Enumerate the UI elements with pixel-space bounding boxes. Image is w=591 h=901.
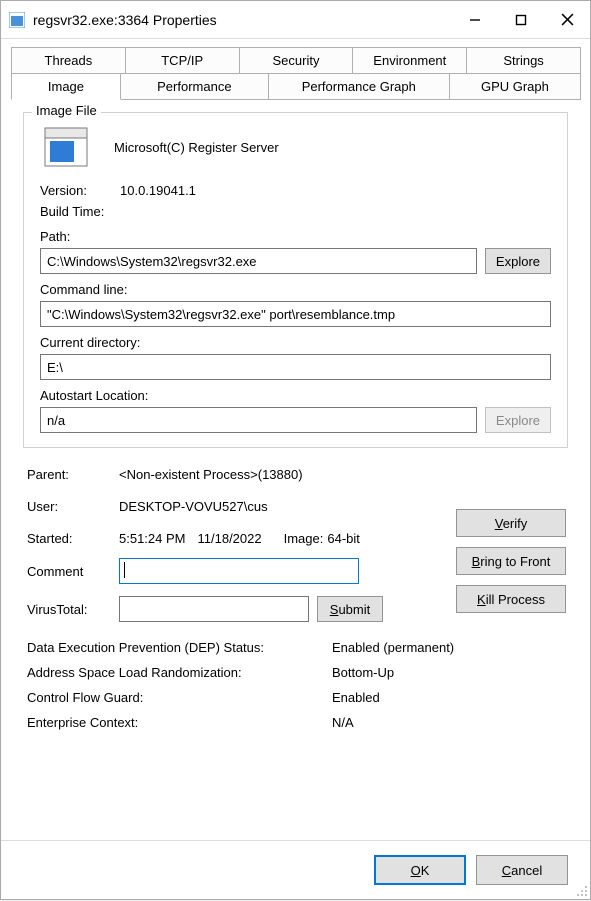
- kill-process-button[interactable]: Kill Process: [456, 585, 566, 613]
- resize-grip-icon[interactable]: [573, 882, 589, 898]
- titlebar-buttons: [452, 1, 590, 39]
- tab-tcpip[interactable]: TCP/IP: [125, 47, 240, 73]
- dep-value: Enabled (permanent): [332, 640, 454, 655]
- started-date: 11/18/2022: [198, 531, 262, 546]
- curdir-label: Current directory:: [40, 335, 551, 350]
- comment-label: Comment: [27, 564, 119, 579]
- parent-label: Parent:: [27, 467, 119, 482]
- image-file-title: Image File: [32, 103, 101, 118]
- submit-button[interactable]: Submit: [317, 596, 383, 622]
- titlebar: regsvr32.exe:3364 Properties: [1, 1, 590, 39]
- tab-environment[interactable]: Environment: [352, 47, 467, 73]
- image-description: Microsoft(C) Register Server: [114, 140, 279, 155]
- tab-performance[interactable]: Performance: [120, 73, 269, 100]
- text-caret: [124, 562, 125, 578]
- parent-value: <Non-existent Process>(13880): [119, 467, 564, 482]
- explore-path-button[interactable]: Explore: [485, 248, 551, 274]
- cancel-button[interactable]: Cancel: [476, 855, 568, 885]
- tab-security[interactable]: Security: [239, 47, 354, 73]
- started-label: Started:: [27, 531, 119, 546]
- ok-button[interactable]: OK: [374, 855, 466, 885]
- minimize-button[interactable]: [452, 1, 498, 39]
- version-value: 10.0.19041.1: [120, 183, 196, 198]
- cmdline-label: Command line:: [40, 282, 551, 297]
- path-input[interactable]: [40, 248, 477, 274]
- aslr-value: Bottom-Up: [332, 665, 394, 680]
- bring-to-front-button[interactable]: Bring to Front: [456, 547, 566, 575]
- cmdline-input[interactable]: [40, 301, 551, 327]
- dep-label: Data Execution Prevention (DEP) Status:: [27, 640, 332, 655]
- explore-autostart-button: Explore: [485, 407, 551, 433]
- started-time: 5:51:24 PM: [119, 531, 186, 546]
- aslr-label: Address Space Load Randomization:: [27, 665, 332, 680]
- tab-gpu-graph[interactable]: GPU Graph: [449, 73, 581, 100]
- tab-threads[interactable]: Threads: [11, 47, 126, 73]
- enterprise-context-label: Enterprise Context:: [27, 715, 332, 730]
- executable-icon: [44, 127, 88, 167]
- cfg-label: Control Flow Guard:: [27, 690, 332, 705]
- build-time-label: Build Time:: [40, 204, 104, 219]
- path-label: Path:: [40, 229, 551, 244]
- image-arch-label: Image:: [284, 531, 324, 546]
- tab-image[interactable]: Image: [11, 73, 121, 100]
- autostart-input[interactable]: [40, 407, 477, 433]
- curdir-input[interactable]: [40, 354, 551, 380]
- cfg-value: Enabled: [332, 690, 380, 705]
- comment-input[interactable]: [119, 558, 359, 584]
- tab-strings[interactable]: Strings: [466, 47, 581, 73]
- virustotal-input[interactable]: [119, 596, 309, 622]
- version-label: Version:: [40, 183, 120, 198]
- properties-window: regsvr32.exe:3364 Properties Threads TCP…: [0, 0, 591, 900]
- autostart-label: Autostart Location:: [40, 388, 551, 403]
- image-file-group: Image File Microsoft(C) Register Server …: [23, 112, 568, 448]
- verify-button[interactable]: Verify: [456, 509, 566, 537]
- close-button[interactable]: [544, 1, 590, 39]
- user-label: User:: [27, 499, 119, 514]
- window-title: regsvr32.exe:3364 Properties: [33, 12, 452, 28]
- image-arch-value: 64-bit: [327, 531, 360, 546]
- tab-content-image: Image File Microsoft(C) Register Server …: [1, 100, 590, 840]
- dialog-footer: OK Cancel: [1, 840, 590, 899]
- side-action-buttons: Verify Bring to Front Kill Process: [456, 509, 566, 613]
- tab-performance-graph[interactable]: Performance Graph: [268, 73, 450, 100]
- maximize-button[interactable]: [498, 1, 544, 39]
- tabs: Threads TCP/IP Security Environment Stri…: [1, 39, 590, 100]
- virustotal-label: VirusTotal:: [27, 602, 119, 617]
- enterprise-context-value: N/A: [332, 715, 354, 730]
- app-icon: [9, 12, 25, 28]
